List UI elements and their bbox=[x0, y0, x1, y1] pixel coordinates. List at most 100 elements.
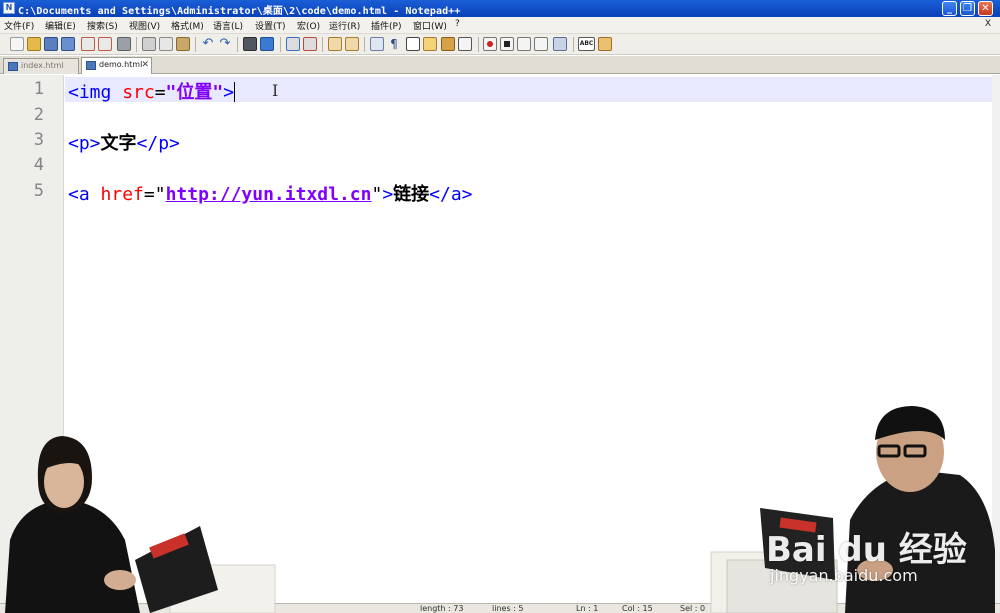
word-wrap-icon[interactable] bbox=[370, 37, 384, 51]
code-line-1[interactable]: <img src="位置"> bbox=[68, 78, 236, 104]
attribute-name: src bbox=[122, 82, 155, 103]
indent-guide-icon[interactable] bbox=[406, 37, 420, 51]
copy-icon[interactable] bbox=[159, 37, 173, 51]
macro-run-multiple-icon[interactable] bbox=[534, 37, 548, 51]
function-list-icon[interactable] bbox=[458, 37, 472, 51]
status-length: length : 73 bbox=[420, 604, 464, 613]
toolbar-separator bbox=[364, 37, 365, 52]
restore-button[interactable]: ❐ bbox=[960, 1, 975, 16]
minimize-button[interactable]: _ bbox=[942, 1, 957, 16]
tab-bar: index.html demo.html ✕ bbox=[0, 56, 1000, 74]
toolbar-separator bbox=[136, 37, 137, 52]
menu-search[interactable]: 搜索(S) bbox=[87, 19, 118, 32]
line-number: 3 bbox=[33, 130, 44, 150]
element-text: 链接 bbox=[393, 184, 430, 205]
notepadpp-icon: N bbox=[3, 2, 15, 14]
menu-help[interactable]: ? bbox=[455, 19, 460, 29]
line-number: 1 bbox=[33, 79, 44, 99]
file-icon bbox=[86, 61, 96, 70]
menu-file[interactable]: 文件(F) bbox=[4, 19, 34, 32]
replace-icon[interactable] bbox=[260, 37, 274, 51]
user-lang-icon[interactable] bbox=[423, 37, 437, 51]
title-bar: N C:\Documents and Settings\Administrato… bbox=[0, 0, 1000, 17]
code-line-5[interactable]: <a href="http://yun.itxdl.cn">链接</a> bbox=[68, 180, 473, 206]
tab-index-html[interactable]: index.html bbox=[3, 58, 79, 74]
macro-save-icon[interactable] bbox=[553, 37, 567, 51]
toolbar-separator bbox=[573, 37, 574, 52]
menu-plugins[interactable]: 插件(P) bbox=[371, 19, 401, 32]
toolbar-separator bbox=[237, 37, 238, 52]
sync-vertical-icon[interactable] bbox=[328, 37, 342, 51]
tab-label: index.html bbox=[21, 61, 64, 70]
quote-mark: " bbox=[371, 184, 383, 205]
attribute-name: href bbox=[100, 184, 144, 205]
menu-window[interactable]: 窗口(W) bbox=[413, 19, 447, 32]
status-column: Col : 15 bbox=[622, 604, 653, 613]
tab-close-icon[interactable]: ✕ bbox=[141, 58, 149, 72]
tag-close: </a> bbox=[429, 184, 473, 205]
save-icon[interactable] bbox=[44, 37, 58, 51]
equals-sign: = bbox=[154, 82, 166, 103]
menu-macro[interactable]: 宏(O) bbox=[297, 19, 320, 32]
undo-icon[interactable]: ↶ bbox=[201, 37, 215, 51]
presenter-left-image bbox=[5, 436, 276, 613]
menu-settings[interactable]: 设置(T) bbox=[255, 19, 286, 32]
toolbar-separator bbox=[478, 37, 479, 52]
spellcheck-settings-icon[interactable] bbox=[598, 37, 612, 51]
menu-language[interactable]: 语言(L) bbox=[213, 19, 243, 32]
zoom-in-icon[interactable] bbox=[286, 37, 300, 51]
watermark-site: jingyan.baidu.com bbox=[770, 566, 918, 585]
line-number: 2 bbox=[33, 105, 44, 125]
new-file-icon[interactable] bbox=[10, 37, 24, 51]
print-icon[interactable] bbox=[117, 37, 131, 51]
watermark-brand: Bai du 经验 bbox=[766, 530, 967, 570]
status-line: Ln : 1 bbox=[576, 604, 599, 613]
macro-record-icon[interactable] bbox=[483, 37, 497, 51]
menu-bar: 文件(F) 编辑(E) 搜索(S) 视图(V) 格式(M) 语言(L) 设置(T… bbox=[0, 17, 1000, 34]
zoom-out-icon[interactable] bbox=[303, 37, 317, 51]
doc-map-icon[interactable] bbox=[441, 37, 455, 51]
attribute-value: "位置" bbox=[165, 82, 224, 103]
window-title: C:\Documents and Settings\Administrator\… bbox=[18, 6, 461, 17]
toolbar-separator bbox=[322, 37, 323, 52]
tag-close: > bbox=[223, 82, 235, 103]
close-button[interactable]: ✕ bbox=[978, 1, 993, 16]
cut-icon[interactable] bbox=[142, 37, 156, 51]
tab-label: demo.html bbox=[99, 60, 143, 69]
url-link[interactable]: http://yun.itxdl.cn bbox=[166, 184, 372, 205]
file-icon bbox=[8, 62, 18, 71]
close-icon[interactable] bbox=[81, 37, 95, 51]
macro-stop-icon[interactable] bbox=[500, 37, 514, 51]
line-number: 5 bbox=[33, 181, 44, 201]
toolbar: ↶ ↷ ¶ ABC bbox=[0, 34, 1000, 55]
code-line-3[interactable]: <p>文字</p> bbox=[68, 129, 180, 155]
macro-play-icon[interactable] bbox=[517, 37, 531, 51]
element-text: 文字 bbox=[100, 133, 137, 154]
line-number: 4 bbox=[33, 155, 44, 175]
text-caret bbox=[234, 82, 236, 102]
open-file-icon[interactable] bbox=[27, 37, 41, 51]
menu-close-doc-button[interactable]: X bbox=[985, 19, 991, 29]
menu-edit[interactable]: 编辑(E) bbox=[45, 19, 76, 32]
redo-icon[interactable]: ↷ bbox=[218, 37, 232, 51]
tag-open: <p> bbox=[68, 133, 101, 154]
menu-view[interactable]: 视图(V) bbox=[129, 19, 160, 32]
tab-demo-html[interactable]: demo.html ✕ bbox=[81, 57, 152, 74]
menu-run[interactable]: 运行(R) bbox=[329, 19, 360, 32]
paste-icon[interactable] bbox=[176, 37, 190, 51]
find-icon[interactable] bbox=[243, 37, 257, 51]
tag-close: </p> bbox=[136, 133, 180, 154]
tag-open: <img bbox=[68, 82, 123, 103]
status-lines: lines : 5 bbox=[492, 604, 524, 613]
menu-format[interactable]: 格式(M) bbox=[171, 19, 204, 32]
status-selection: Sel : 0 bbox=[680, 604, 706, 613]
show-all-chars-icon[interactable]: ¶ bbox=[387, 37, 401, 51]
save-all-icon[interactable] bbox=[61, 37, 75, 51]
toolbar-separator bbox=[280, 37, 281, 52]
tag-open: <a bbox=[68, 184, 101, 205]
close-all-icon[interactable] bbox=[98, 37, 112, 51]
spellcheck-icon[interactable]: ABC bbox=[578, 37, 595, 51]
sync-horizontal-icon[interactable] bbox=[345, 37, 359, 51]
toolbar-separator bbox=[195, 37, 196, 52]
ibeam-cursor-icon: I bbox=[272, 81, 279, 100]
